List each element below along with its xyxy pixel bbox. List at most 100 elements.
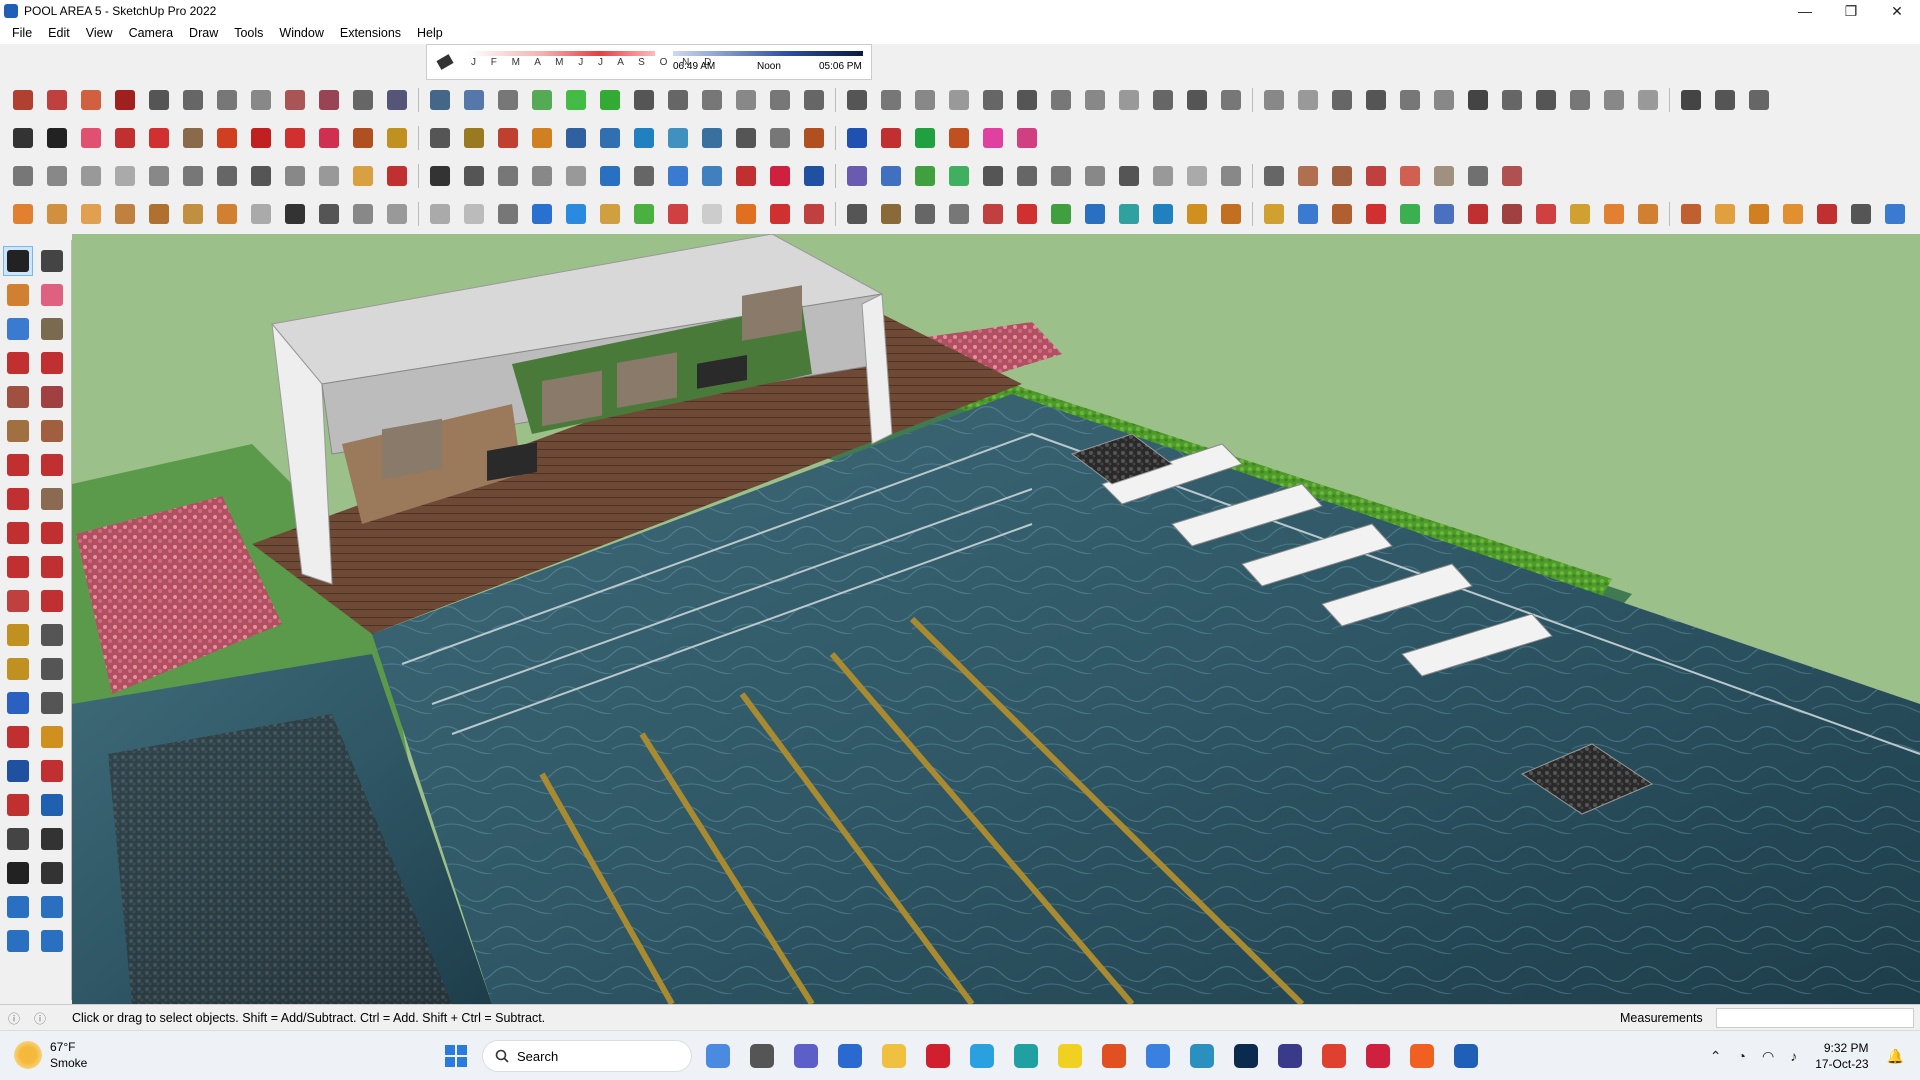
toolbar-row-3-button-23[interactable] [766,162,794,190]
menu-tools[interactable]: Tools [226,26,271,40]
toolbar-row-4-button-11[interactable] [349,200,377,228]
toolbar-row-2-button-3[interactable] [77,124,105,152]
start-button[interactable] [438,1038,474,1074]
toolbar-row-2-button-23[interactable] [766,124,794,152]
toolbar-row-3-button-18[interactable] [596,162,624,190]
close-button[interactable]: ✕ [1874,0,1920,22]
arc2-tool-button[interactable] [37,450,67,480]
toolbar-row-4-button-4[interactable] [111,200,139,228]
toolbar-row-3-button-35[interactable] [1183,162,1211,190]
menu-camera[interactable]: Camera [121,26,181,40]
toolbar-row-3-button-22[interactable] [732,162,760,190]
wifi-icon[interactable]: ◠ [1762,1048,1774,1065]
toolbar-row-3-button-34[interactable] [1149,162,1177,190]
toolbar-row-4-button-52[interactable] [1779,200,1807,228]
styles-tool-button[interactable] [37,926,67,956]
toolbar-row-4-button-46[interactable] [1566,200,1594,228]
toolbar-row-2-button-19[interactable] [630,124,658,152]
file-explorer-button[interactable] [876,1038,912,1074]
toolbar-row-3-button-44[interactable] [1498,162,1526,190]
shadow-toggle-icon[interactable] [435,51,457,73]
toolbar-row-4-button-42[interactable] [1430,200,1458,228]
pen-app-button[interactable] [1140,1038,1176,1074]
toolbar-row-4-button-22[interactable] [732,200,760,228]
toolbar-row-3-button-19[interactable] [630,162,658,190]
pinterest-app-button[interactable] [1360,1038,1396,1074]
toolbar-row-3-button-7[interactable] [213,162,241,190]
toolbar-row-1-button-44[interactable] [1498,86,1526,114]
toolbar-row-1-button-38[interactable] [1294,86,1322,114]
toolbar-row-4-button-39[interactable] [1328,200,1356,228]
toolbar-row-4-button-43[interactable] [1464,200,1492,228]
orbit-tool-tool-button[interactable] [37,246,67,276]
calculator-app-button[interactable] [832,1038,868,1074]
toolbar-row-2-button-29[interactable] [979,124,1007,152]
toolbar-row-4-button-47[interactable] [1600,200,1628,228]
toolbar-row-1-button-24[interactable] [800,86,828,114]
toolbar-row-1-button-49[interactable] [1677,86,1705,114]
toolbar-row-1-button-32[interactable] [1081,86,1109,114]
toolbar-row-4-button-36[interactable] [1217,200,1245,228]
toolbar-row-4-button-20[interactable] [664,200,692,228]
toolbar-row-2-button-25[interactable] [843,124,871,152]
toolbar-row-4-button-3[interactable] [77,200,105,228]
sticky-notes-button[interactable] [1052,1038,1088,1074]
toolbar-row-1-button-11[interactable] [349,86,377,114]
toolbar-row-2-button-18[interactable] [596,124,624,152]
toolbar-row-4-button-7[interactable] [213,200,241,228]
toolbar-row-1-button-39[interactable] [1328,86,1356,114]
toolbar-row-2-button-27[interactable] [911,124,939,152]
menu-help[interactable]: Help [409,26,451,40]
section-plane-tool-button[interactable] [37,858,67,888]
toolbar-row-4-button-49[interactable] [1677,200,1705,228]
toolbar-row-1-button-3[interactable] [77,86,105,114]
toolbar-row-2-button-22[interactable] [732,124,760,152]
toolbar-row-4-button-1[interactable] [9,200,37,228]
3d-text-tool-button[interactable] [37,688,67,718]
toolbar-row-4-button-54[interactable] [1847,200,1875,228]
toolbar-row-4-button-14[interactable] [460,200,488,228]
toolbar-row-2-button-2[interactable] [43,124,71,152]
weather-widget[interactable]: 67°F Smoke [14,1039,87,1071]
tape-measure-tool-button[interactable] [3,620,33,650]
toolbar-row-4-button-44[interactable] [1498,200,1526,228]
toolbar-row-2-button-4[interactable] [111,124,139,152]
arc-tool-button[interactable] [3,450,33,480]
toolbar-row-2-button-11[interactable] [349,124,377,152]
toolbar-row-1-button-10[interactable] [315,86,343,114]
sketchup-app-button[interactable] [1448,1038,1484,1074]
toolbar-row-3-button-14[interactable] [460,162,488,190]
toolbar-row-4-button-26[interactable] [877,200,905,228]
zoom-extents-tool-button[interactable] [3,790,33,820]
toolbar-row-1-button-29[interactable] [979,86,1007,114]
tape-tool-button[interactable] [37,314,67,344]
toolbar-row-3-button-43[interactable] [1464,162,1492,190]
toolbar-row-1-button-15[interactable] [494,86,522,114]
toolbar-row-1-button-26[interactable] [877,86,905,114]
pie-tool-button[interactable] [37,484,67,514]
toolbar-row-4-button-41[interactable] [1396,200,1424,228]
toolbar-row-2-button-12[interactable] [383,124,411,152]
toolbar-row-1-button-17[interactable] [562,86,590,114]
toolbar-row-4-button-6[interactable] [179,200,207,228]
scale-tool-button[interactable] [3,586,33,616]
toolbar-row-4-button-37[interactable] [1260,200,1288,228]
toolbar-row-3-button-29[interactable] [979,162,1007,190]
orbit-tool-button[interactable] [3,722,33,752]
freehand-tool-button[interactable] [37,348,67,378]
toolbar-row-4-button-55[interactable] [1881,200,1909,228]
toolbar-row-3-button-12[interactable] [383,162,411,190]
toolbar-row-4-button-51[interactable] [1745,200,1773,228]
menu-file[interactable]: File [4,26,40,40]
toolbar-row-3-button-13[interactable] [426,162,454,190]
toolbar-row-1-button-33[interactable] [1115,86,1143,114]
toolbar-row-2-button-21[interactable] [698,124,726,152]
toolbar-row-4-button-27[interactable] [911,200,939,228]
toolbar-row-4-button-31[interactable] [1047,200,1075,228]
telegram-app-button[interactable] [964,1038,1000,1074]
task-view-button[interactable] [744,1038,780,1074]
toolbar-row-1-button-46[interactable] [1566,86,1594,114]
toolbar-row-3-button-31[interactable] [1047,162,1075,190]
toolbar-row-4-button-32[interactable] [1081,200,1109,228]
zoom-window-tool-button[interactable] [37,756,67,786]
